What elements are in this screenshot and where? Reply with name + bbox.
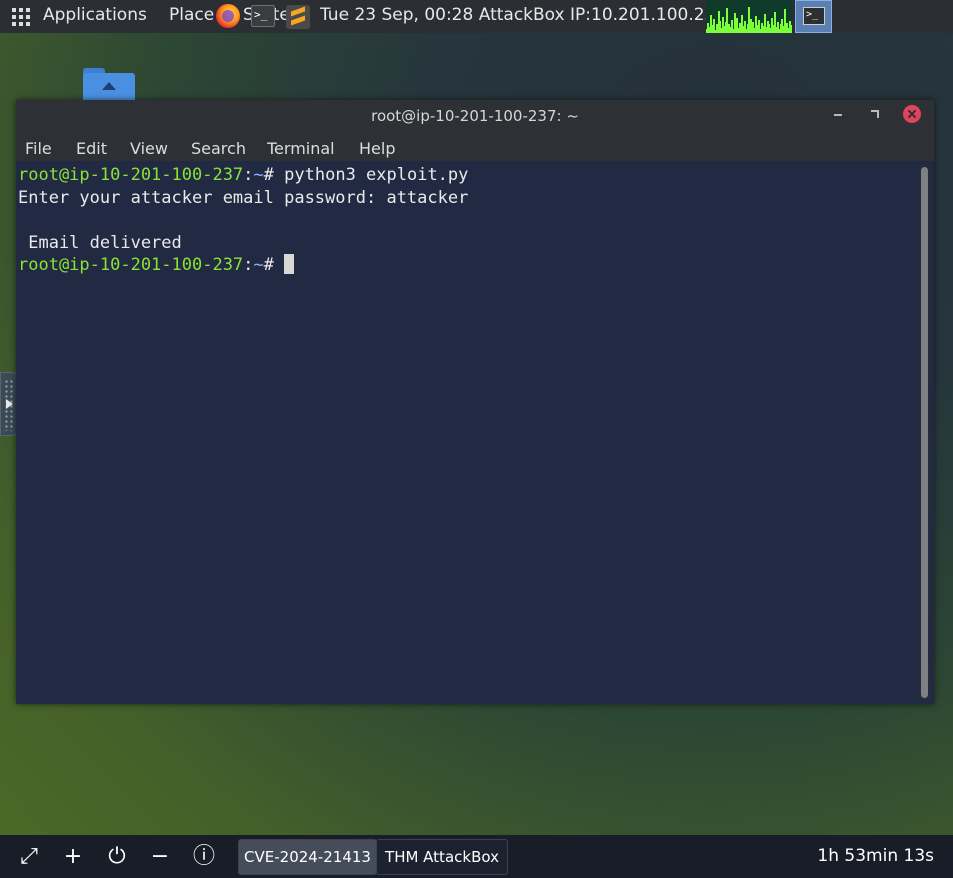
- close-icon[interactable]: [903, 105, 921, 123]
- terminal-launcher-icon[interactable]: >_: [251, 5, 275, 27]
- minimize-icon[interactable]: [834, 114, 842, 116]
- applications-menu[interactable]: Applications: [43, 5, 147, 25]
- minus-icon[interactable]: −: [148, 845, 172, 869]
- command-text: python3 exploit.py: [284, 165, 469, 185]
- active-terminal-window-button[interactable]: >_: [795, 0, 832, 33]
- menu-search[interactable]: Search: [191, 136, 246, 158]
- applications-grid-icon[interactable]: [12, 8, 30, 26]
- firefox-icon[interactable]: [216, 4, 240, 28]
- prompt-path: ~: [253, 255, 264, 275]
- terminal-line: root@ip-10-201-100-237:~#: [18, 254, 934, 277]
- menu-view[interactable]: View: [130, 136, 168, 158]
- bottom-bar: ⤢ + ⏻ − ⓘ CVE-2024-21413 THM AttackBox 1…: [0, 835, 953, 878]
- prompt-separator: :: [243, 255, 254, 275]
- menu-edit[interactable]: Edit: [76, 136, 107, 158]
- text-cursor: [284, 254, 295, 274]
- terminal-output[interactable]: root@ip-10-201-100-237:~# python3 exploi…: [16, 161, 934, 704]
- prompt-user-host: root@ip-10-201-100-237: [18, 255, 244, 275]
- cpu-monitor-graph: [706, 0, 792, 33]
- home-folder-icon[interactable]: [83, 68, 135, 104]
- prompt-separator: :: [243, 165, 254, 185]
- session-timer: 1h 53min 13s: [817, 846, 934, 866]
- clock-and-ip: Tue 23 Sep, 00:28 AttackBox IP:10.201.10…: [320, 5, 726, 25]
- menubar: File Edit View Search Terminal Help: [16, 133, 934, 161]
- prompt-symbol: #: [263, 255, 285, 275]
- tab-thm-attackbox[interactable]: THM AttackBox: [376, 839, 508, 875]
- maximize-icon[interactable]: [871, 110, 879, 118]
- attackbox-ip: AttackBox IP:10.201.100.237: [478, 5, 727, 25]
- tab-cve-2024-21413[interactable]: CVE-2024-21413: [238, 839, 377, 875]
- window-title: root@ip-10-201-100-237: ~: [371, 107, 579, 125]
- plus-icon[interactable]: +: [61, 845, 85, 869]
- prompt-path: ~: [253, 165, 264, 185]
- expand-arrow-icon: [6, 399, 13, 409]
- sublime-text-icon[interactable]: [286, 5, 310, 29]
- fullscreen-icon[interactable]: ⤢: [17, 845, 41, 869]
- window-titlebar[interactable]: root@ip-10-201-100-237: ~: [16, 100, 934, 133]
- terminal-line: Email delivered: [18, 232, 182, 253]
- terminal-window: root@ip-10-201-100-237: ~ File Edit View…: [16, 100, 934, 704]
- places-menu[interactable]: Place: [169, 5, 214, 25]
- top-panel: Applications Place Syste >_ Tue 23 Sep, …: [0, 0, 953, 33]
- terminal-scrollbar[interactable]: [918, 165, 930, 700]
- prompt-user-host: root@ip-10-201-100-237: [18, 165, 244, 185]
- terminal-line: Enter your attacker email password: atta…: [18, 187, 469, 208]
- menu-file[interactable]: File: [25, 136, 52, 158]
- menu-help[interactable]: Help: [359, 136, 395, 158]
- clock: Tue 23 Sep, 00:28: [320, 5, 474, 25]
- info-icon[interactable]: ⓘ: [192, 845, 216, 869]
- terminal-icon: >_: [803, 7, 825, 25]
- terminal-line: root@ip-10-201-100-237:~# python3 exploi…: [18, 164, 934, 187]
- power-icon[interactable]: ⏻: [105, 845, 129, 869]
- menu-terminal[interactable]: Terminal: [267, 136, 335, 158]
- prompt-symbol: #: [263, 165, 285, 185]
- scrollbar-thumb[interactable]: [921, 167, 928, 698]
